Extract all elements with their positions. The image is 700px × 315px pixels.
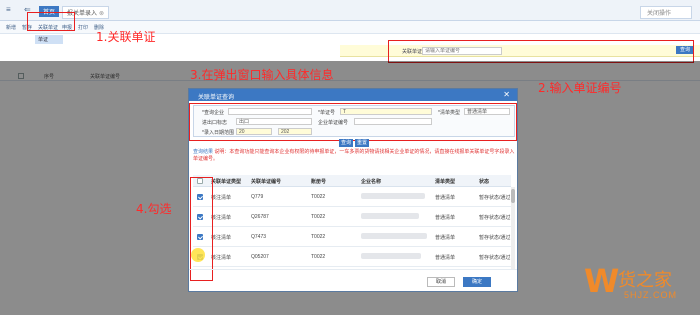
col-status: 状态 [479,179,490,185]
annotation-step4: 4.勾选 [136,202,172,216]
cell-book-number: T0022 [311,254,326,260]
cell-list-type: 普通清单 [435,235,456,241]
annotation-box-step4 [190,177,213,281]
table-row[interactable]: 核注清单 Q26787 T0022 普通清单 暂存状态/通过 [193,207,511,227]
cell-list-type: 普通清单 [435,215,456,221]
cell-doc-number: Q779 [251,194,264,200]
cell-doc-type: 核注清单 [211,195,232,201]
cell-book-number: T0022 [311,234,326,240]
cell-doc-type: 核注清单 [211,215,232,221]
annotation-step1: 1.关联单证 [96,30,156,44]
annotation-step2: 2.输入单证编号 [538,81,622,95]
cell-book-number: T0022 [311,194,326,200]
reset-button[interactable]: 重置 [355,139,369,147]
cell-doc-type: 核注清单 [211,235,232,241]
dialog-title: 关联单证查询 [198,95,235,101]
watermark-logo: W 货之家 5HJZ.COM [584,262,692,306]
result-grid-header: 关联单证类型 关联单证编号 账册号 企业名称 清单类型 状态 [193,175,511,187]
watermark-name: 货之家 [618,270,672,291]
query-tip: 查询结果 说明：本查询功能只能查询本企业有权限的待申报单证，一车多票的货物请找相… [193,149,515,163]
cell-status: 暂存状态/通过 [479,215,511,221]
close-icon[interactable]: ✕ [503,90,510,99]
menu-icon[interactable]: ≡ [6,5,11,14]
annotation-box-step2 [388,40,694,63]
redacted-company [361,193,425,199]
cancel-button[interactable]: 取消 [427,277,455,287]
print-button[interactable]: 打印 [78,24,88,31]
redacted-company [361,213,419,219]
col-list-type: 清单类型 [435,179,456,185]
dialog-footer: 取消 确定 [189,269,517,291]
query-button[interactable]: 查询 [339,139,353,147]
cell-doc-number: Q7473 [251,234,267,240]
link-doc-query-dialog: 关联单证查询 ✕ *查询企业 *单证号 T *清单类型 普通清单 进出口标志 出… [188,88,518,292]
col-doc-type: 关联单证类型 [211,179,242,185]
watermark-letter: W [584,262,620,300]
dialog-title-bar: 关联单证查询 ✕ [189,89,517,101]
result-label: 查询结果 [193,149,214,155]
col-doc-number: 关联单证编号 [251,179,282,185]
redacted-company [361,253,421,259]
cell-status: 暂存状态/通过 [479,235,511,241]
cell-status: 暂存状态/通过 [479,255,511,261]
redacted-company [361,233,427,239]
watermark-domain: 5HJZ.COM [624,290,677,300]
grid-scrollbar[interactable] [511,187,515,269]
cell-book-number: T0022 [311,214,326,220]
table-row[interactable]: 核注清单 Q05207 T0022 普通清单 暂存状态/通过 [193,247,511,267]
table-row[interactable]: 核注清单 Q779 T0022 普通清单 暂存状态/通过 [193,187,511,207]
col-book-number: 账册号 [311,179,327,185]
col-company-name: 企业名称 [361,179,382,185]
cell-doc-number: Q05207 [251,254,269,260]
cell-list-type: 普通清单 [435,195,456,201]
link-docs-highlight [27,12,75,31]
annotation-box-step3 [189,103,517,141]
confirm-button[interactable]: 确定 [463,277,491,287]
cell-doc-number: Q26787 [251,214,269,220]
cell-status: 暂存状态/通过 [479,195,511,201]
annotation-step3: 3.在弹出窗口输入具体信息 [190,68,334,82]
cursor-highlight [191,248,205,262]
tip-text: 说明：本查询功能只能查询本企业有权限的待申报单证，一车多票的货物请找相关企业单证… [193,149,515,162]
close-operations-button[interactable]: 关闭操作 [640,6,692,19]
close-icon[interactable]: ⊗ [99,11,104,17]
cell-doc-type: 核注清单 [211,255,232,261]
table-row[interactable]: 核注清单 Q7473 T0022 普通清单 暂存状态/通过 [193,227,511,247]
scrollbar-thumb[interactable] [511,189,515,203]
cell-list-type: 普通清单 [435,255,456,261]
top-bar: ≡ ⇐ 首页 报关单录入 ⊗ 关闭操作 [0,0,700,21]
new-button[interactable]: 新增 [6,24,16,31]
category-pill[interactable]: 单证 [35,35,63,44]
